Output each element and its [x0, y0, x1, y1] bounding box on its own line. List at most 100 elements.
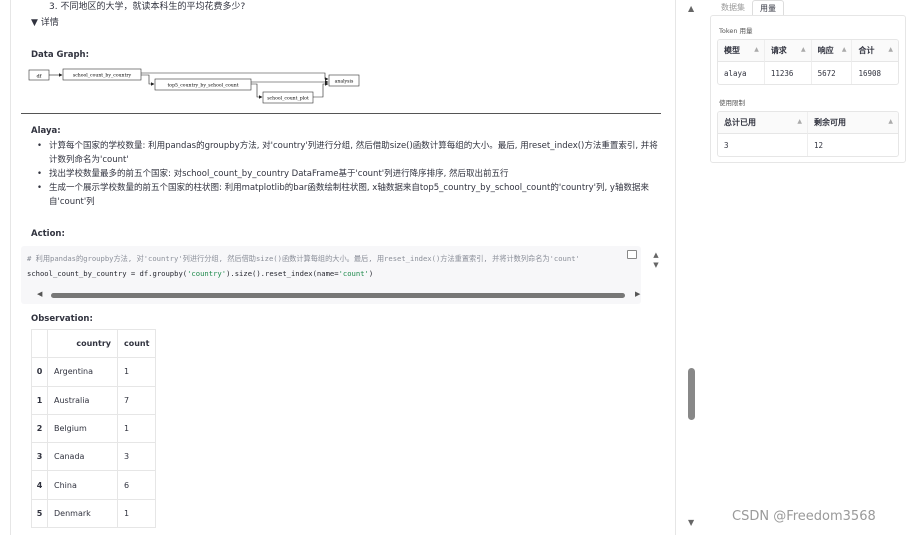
table-cell: 2	[31, 413, 48, 444]
table-cell: 5672	[812, 62, 853, 84]
graph-edge	[251, 83, 263, 99]
question-line: 3. 不同地区的大学，就读本科生的平均花费多少?	[49, 2, 246, 12]
code-vscroll[interactable]: ▲ ▼	[651, 250, 661, 270]
tab-usage[interactable]: 用量	[752, 0, 784, 16]
token-usage-label: Token 用量	[719, 27, 753, 35]
table-row: 0 Argentina 1	[31, 357, 157, 387]
details-toggle[interactable]: ▼ 详情	[31, 15, 671, 28]
table-header-label: 总计已用	[724, 118, 756, 127]
code-string: 'country'	[187, 269, 227, 278]
table-cell: 1	[31, 385, 48, 415]
table-header	[31, 328, 48, 359]
observation-label: Observation:	[31, 314, 93, 324]
graph-edge	[141, 72, 329, 81]
scroll-down-arrow-icon[interactable]: ▼	[688, 518, 694, 527]
usage-limit-label: 使用限制	[719, 99, 745, 107]
table-row: alaya 11236 5672 16908	[718, 62, 898, 84]
graph-node-top5: top5_country_by_school_count	[154, 78, 252, 91]
table-row: 3 12	[718, 134, 898, 156]
graph-node-school-count-plot-label: school_count_plot	[267, 96, 309, 102]
sort-arrow-icon[interactable]: ▲	[754, 46, 759, 53]
sort-arrow-icon[interactable]: ▲	[888, 46, 893, 53]
graph-node-school-count-by-country-label: school_count_by_country	[73, 73, 132, 79]
graph-edge	[141, 74, 155, 86]
data-graph-title: Data Graph:	[31, 50, 89, 60]
graph-node-school-count-plot: school_count_plot	[262, 91, 314, 104]
graph-node-analysis-label: analysis	[335, 79, 354, 85]
table-cell: alaya	[718, 62, 765, 84]
graph-node-analysis: analysis	[328, 74, 360, 87]
graph-node-school-count-by-country: school_count_by_country	[62, 68, 142, 81]
data-graph: df school_count_by_country top5_country_…	[25, 66, 361, 108]
table-cell: 3	[718, 134, 808, 156]
table-cell: 5	[31, 498, 48, 529]
table-cell: 4	[31, 470, 48, 500]
table-cell: Belgium	[47, 413, 118, 444]
tab-bar: 数据集 用量	[714, 0, 784, 16]
table-header[interactable]: 剩余可用 ▲	[808, 112, 898, 134]
sort-arrow-icon[interactable]: ▲	[801, 46, 806, 53]
chat-pane: 3. 不同地区的大学，就读本科生的平均花费多少? ▼ 详情 Data Graph…	[0, 0, 676, 535]
table-header-label: 模型	[724, 46, 740, 55]
table-cell: 3	[31, 442, 48, 472]
sort-arrow-icon[interactable]: ▲	[797, 118, 802, 125]
table-header-row: 模型 ▲ 请求 ▲ 响应 ▲ 合计 ▲	[718, 40, 898, 62]
usage-limit-table: 总计已用 ▲ 剩余可用 ▲ 3 12	[717, 111, 899, 157]
message-content: 3. 不同地区的大学，就读本科生的平均花费多少? ▼ 详情	[31, 0, 671, 28]
table-header: count	[116, 328, 157, 359]
table-header[interactable]: 请求 ▲	[764, 40, 812, 62]
usage-panel: Token 用量 模型 ▲ 请求 ▲ 响应 ▲ 合计 ▲ alaya 11236 567…	[710, 15, 906, 163]
observation-table: country count 0 Argentina 1 1 Australia 7 2B…	[31, 328, 157, 529]
table-cell: China	[47, 470, 118, 500]
table-header[interactable]: 合计 ▲	[852, 40, 898, 62]
divider	[21, 113, 661, 114]
tab-dataset[interactable]: 数据集	[714, 0, 752, 16]
code-comment: # 利用pandas的groupby方法, 对'country'列进行分组, 然…	[27, 254, 580, 263]
alaya-step: 计算每个国家的学校数量: 利用pandas的groupby方法, 对'count…	[31, 139, 661, 167]
table-cell: 16908	[858, 68, 882, 78]
scroll-up-arrow-icon[interactable]: ▲	[653, 251, 658, 259]
table-cell: 7	[116, 385, 157, 415]
code-string: 'count'	[338, 269, 369, 278]
copy-icon[interactable]	[627, 250, 637, 259]
message-card: 3. 不同地区的大学，就读本科生的平均花费多少? ▼ 详情 Data Graph…	[10, 0, 676, 535]
table-header[interactable]: 总计已用 ▲	[718, 112, 808, 134]
table-row: 1 Australia 7	[31, 385, 157, 415]
table-row: 5 Denmark 1	[31, 498, 157, 529]
code-hscroll-thumb[interactable]	[51, 293, 625, 298]
code-part: )	[368, 269, 374, 278]
table-header-label: 剩余可用	[814, 118, 846, 127]
table-cell: 11236	[765, 62, 812, 84]
table-header[interactable]: 响应 ▲	[811, 40, 853, 62]
table-header: country	[47, 328, 118, 359]
table-header-label: 请求	[770, 46, 787, 55]
action-label: Action:	[31, 229, 65, 239]
scroll-left-arrow-icon[interactable]: ◀	[37, 290, 42, 298]
table-cell: Australia	[47, 385, 118, 415]
token-usage-table: 模型 ▲ 请求 ▲ 响应 ▲ 合计 ▲ alaya 11236 5672 16908	[717, 39, 899, 85]
code-part: school_count_by_country = df.groupby(	[27, 269, 188, 278]
sort-arrow-icon[interactable]: ▲	[842, 46, 847, 53]
main-scroll-thumb[interactable]	[688, 368, 695, 420]
table-header-label: 合计	[858, 46, 875, 55]
sort-arrow-icon[interactable]: ▲	[888, 118, 893, 125]
table-cell: 1	[116, 498, 157, 529]
table-row: 2 Belgium 1	[31, 413, 157, 444]
scroll-up-arrow-icon[interactable]: ▲	[688, 4, 694, 13]
table-cell: 12	[814, 140, 824, 150]
table-header[interactable]: 模型 ▲	[718, 40, 765, 62]
alaya-step: 生成一个展示学校数量的前五个国家的柱状图: 利用matplotlib的bar函数…	[31, 181, 661, 209]
usage-pane: 数据集 用量 Token 用量 模型 ▲ 请求 ▲ 响应 ▲ 合计 ▲ alaya 11…	[706, 0, 912, 535]
table-row: 3 Canada 3	[31, 442, 157, 472]
watermark: CSDN @Freedom3568	[732, 509, 876, 524]
main-scrollbar[interactable]: ▲ ▼	[684, 0, 700, 535]
scroll-right-arrow-icon[interactable]: ▶	[635, 290, 640, 298]
table-cell: 1	[116, 357, 157, 387]
table-header-label: 响应	[817, 46, 834, 55]
table-row: 4 China 6	[31, 470, 157, 500]
table-cell: 0	[31, 357, 48, 387]
graph-edge	[313, 82, 329, 98]
table-cell: Argentina	[47, 357, 118, 387]
table-header-row: country count	[31, 328, 157, 359]
scroll-down-arrow-icon[interactable]: ▼	[653, 261, 658, 269]
